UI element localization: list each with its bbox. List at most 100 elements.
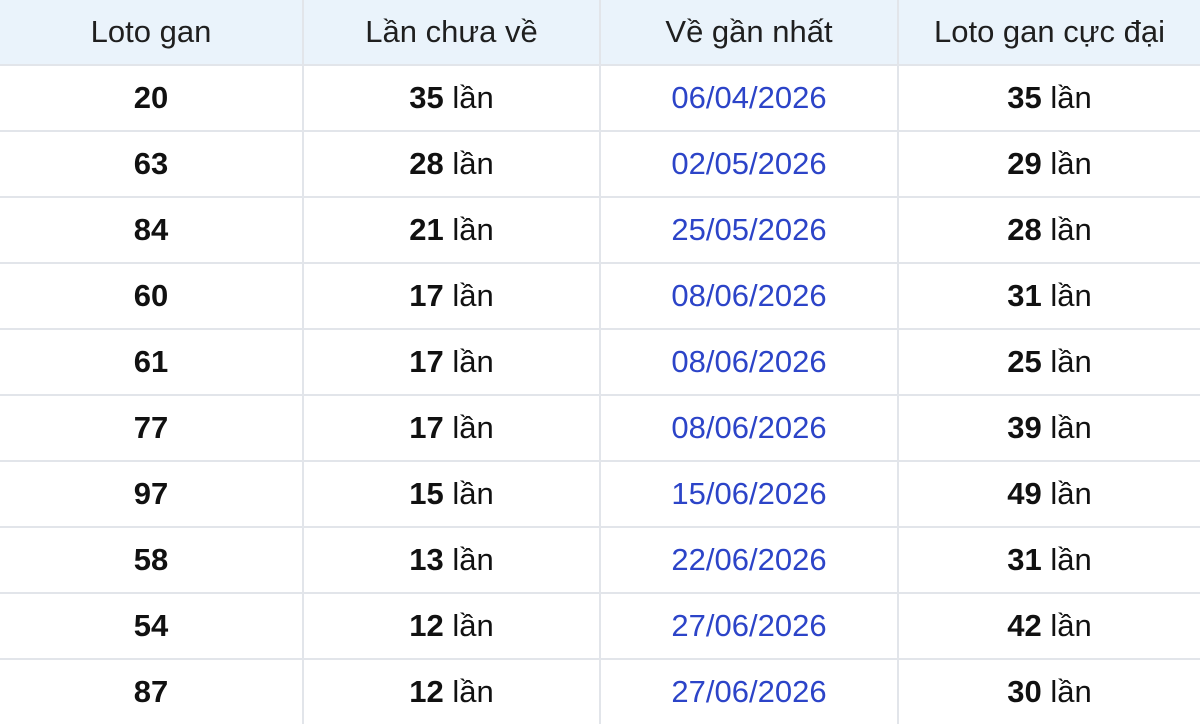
absent-count-cell: 17 lần [302, 394, 601, 462]
max-gan-count: 31 [1007, 542, 1042, 577]
max-gan-count: 29 [1007, 146, 1042, 181]
absent-count-cell: 21 lần [302, 196, 601, 264]
absent-count: 13 [409, 542, 444, 577]
absent-unit: lần [452, 278, 494, 313]
max-gan-unit: lần [1050, 542, 1092, 577]
max-gan-count: 49 [1007, 476, 1042, 511]
max-gan-count: 31 [1007, 278, 1042, 313]
absent-unit: lần [452, 410, 494, 445]
loto-number: 87 [133, 674, 169, 709]
last-appearance-date: 25/05/2026 [671, 212, 827, 247]
max-gan-cell: 25 lần [897, 328, 1200, 396]
header-lan-chua-ve: Lần chưa về [302, 0, 601, 66]
max-gan-unit: lần [1050, 212, 1092, 247]
header-ve-gan-nhat: Về gần nhất [599, 0, 899, 66]
loto-number: 63 [133, 146, 169, 181]
loto-number: 58 [133, 542, 169, 577]
last-appearance-cell: 08/06/2026 [599, 328, 899, 396]
loto-number: 20 [133, 80, 169, 115]
loto-number-cell: 20 [0, 64, 304, 132]
max-gan-unit: lần [1050, 146, 1092, 181]
table-row: 77 17 lần 08/06/2026 39 lần [0, 394, 1200, 462]
absent-count: 15 [409, 476, 444, 511]
last-appearance-date: 22/06/2026 [671, 542, 827, 577]
absent-unit: lần [452, 212, 494, 247]
max-gan-cell: 35 lần [897, 64, 1200, 132]
max-gan-unit: lần [1050, 674, 1092, 709]
absent-unit: lần [452, 146, 494, 181]
loto-gan-table: Loto gan Lần chưa về Về gần nhất Loto ga… [0, 0, 1200, 724]
loto-number-cell: 58 [0, 526, 304, 594]
loto-number: 77 [133, 410, 169, 445]
absent-unit: lần [452, 344, 494, 379]
absent-unit: lần [452, 80, 494, 115]
last-appearance-date: 27/06/2026 [671, 674, 827, 709]
max-gan-count: 39 [1007, 410, 1042, 445]
max-gan-count: 30 [1007, 674, 1042, 709]
max-gan-count: 28 [1007, 212, 1042, 247]
table-body: 20 35 lần 06/04/2026 35 lần 63 28 lần 02/05/20… [0, 64, 1200, 724]
last-appearance-cell: 08/06/2026 [599, 262, 899, 330]
last-appearance-cell: 27/06/2026 [599, 592, 899, 660]
max-gan-cell: 39 lần [897, 394, 1200, 462]
loto-number-cell: 60 [0, 262, 304, 330]
loto-number-cell: 84 [0, 196, 304, 264]
table-row: 60 17 lần 08/06/2026 31 lần [0, 262, 1200, 330]
max-gan-unit: lần [1050, 608, 1092, 643]
loto-number-cell: 61 [0, 328, 304, 396]
loto-number-cell: 63 [0, 130, 304, 198]
absent-count: 17 [409, 278, 444, 313]
table-row: 54 12 lần 27/06/2026 42 lần [0, 592, 1200, 660]
max-gan-unit: lần [1050, 476, 1092, 511]
loto-number-cell: 87 [0, 658, 304, 724]
loto-number-cell: 77 [0, 394, 304, 462]
last-appearance-cell: 06/04/2026 [599, 64, 899, 132]
loto-number: 84 [133, 212, 169, 247]
absent-unit: lần [452, 674, 494, 709]
absent-count-cell: 15 lần [302, 460, 601, 528]
max-gan-cell: 28 lần [897, 196, 1200, 264]
last-appearance-date: 02/05/2026 [671, 146, 827, 181]
max-gan-unit: lần [1050, 344, 1092, 379]
table-row: 97 15 lần 15/06/2026 49 lần [0, 460, 1200, 528]
header-loto-gan: Loto gan [0, 0, 304, 66]
last-appearance-cell: 15/06/2026 [599, 460, 899, 528]
last-appearance-cell: 22/06/2026 [599, 526, 899, 594]
absent-count-cell: 28 lần [302, 130, 601, 198]
last-appearance-date: 08/06/2026 [671, 344, 827, 379]
last-appearance-date: 15/06/2026 [671, 476, 827, 511]
loto-number-cell: 97 [0, 460, 304, 528]
absent-unit: lần [452, 542, 494, 577]
absent-count-cell: 35 lần [302, 64, 601, 132]
table-row: 61 17 lần 08/06/2026 25 lần [0, 328, 1200, 396]
max-gan-cell: 49 lần [897, 460, 1200, 528]
absent-unit: lần [452, 476, 494, 511]
max-gan-unit: lần [1050, 278, 1092, 313]
table-row: 63 28 lần 02/05/2026 29 lần [0, 130, 1200, 198]
last-appearance-cell: 08/06/2026 [599, 394, 899, 462]
max-gan-count: 42 [1007, 608, 1042, 643]
last-appearance-date: 08/06/2026 [671, 410, 827, 445]
absent-count: 28 [409, 146, 444, 181]
last-appearance-date: 27/06/2026 [671, 608, 827, 643]
loto-number-cell: 54 [0, 592, 304, 660]
max-gan-cell: 29 lần [897, 130, 1200, 198]
absent-count-cell: 13 lần [302, 526, 601, 594]
absent-count-cell: 17 lần [302, 262, 601, 330]
max-gan-cell: 42 lần [897, 592, 1200, 660]
loto-number: 60 [133, 278, 169, 313]
table-header: Loto gan Lần chưa về Về gần nhất Loto ga… [0, 0, 1200, 66]
table-row: 58 13 lần 22/06/2026 31 lần [0, 526, 1200, 594]
absent-unit: lần [452, 608, 494, 643]
absent-count-cell: 12 lần [302, 658, 601, 724]
last-appearance-cell: 27/06/2026 [599, 658, 899, 724]
max-gan-cell: 30 lần [897, 658, 1200, 724]
last-appearance-cell: 25/05/2026 [599, 196, 899, 264]
header-row: Loto gan Lần chưa về Về gần nhất Loto ga… [0, 0, 1200, 66]
max-gan-count: 25 [1007, 344, 1042, 379]
loto-number: 61 [133, 344, 169, 379]
absent-count-cell: 17 lần [302, 328, 601, 396]
table-row: 84 21 lần 25/05/2026 28 lần [0, 196, 1200, 264]
loto-number: 97 [133, 476, 169, 511]
last-appearance-date: 08/06/2026 [671, 278, 827, 313]
